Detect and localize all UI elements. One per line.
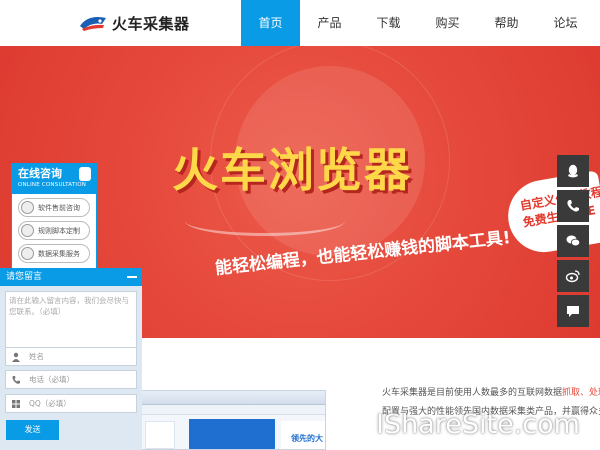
watermark: IShareSite.com: [376, 409, 580, 440]
nav-item-forum[interactable]: 论坛: [536, 0, 595, 46]
screenshot-titlebar: [141, 391, 325, 405]
phone-icon[interactable]: [557, 190, 589, 222]
screenshot-ad-text: 领先的大: [291, 434, 323, 443]
nav-item-help[interactable]: 帮助: [477, 0, 536, 46]
message-textarea[interactable]: 请在此输入留言内容，我们会尽快与您联系。（必填）: [5, 291, 137, 349]
side-toolbar: [557, 155, 589, 330]
name-field[interactable]: 姓名: [5, 347, 137, 366]
qq-field[interactable]: QQ（必填）: [5, 394, 137, 413]
wechat-icon[interactable]: [557, 225, 589, 257]
leave-message-panel: 请您留言 请在此输入留言内容，我们会尽快与您联系。（必填） 姓名 电话（必填） …: [0, 268, 142, 450]
grid-icon: [12, 399, 20, 408]
consult-presales-button[interactable]: 软件售前咨询: [18, 198, 90, 217]
nav-item-download[interactable]: 下载: [359, 0, 418, 46]
train-logo-icon: [78, 12, 108, 34]
chat-icon[interactable]: [557, 295, 589, 327]
logo-text: 火车采集器: [112, 14, 190, 33]
online-consult-box: 在线咨询 ONLINE CONSULTATION 软件售前咨询 规则脚本定制 数…: [11, 163, 97, 275]
screenshot-tree: [145, 421, 175, 449]
nav-item-products[interactable]: 产品: [300, 0, 359, 46]
software-screenshot: 领先的大: [140, 390, 326, 450]
qq-chat-icon: [21, 247, 34, 260]
consult-script-button[interactable]: 规则脚本定制: [18, 221, 90, 240]
consult-header: 在线咨询 ONLINE CONSULTATION: [12, 164, 96, 194]
minimize-icon[interactable]: [127, 272, 137, 282]
consult-subtitle: ONLINE CONSULTATION: [18, 182, 87, 188]
person-icon: [12, 352, 20, 362]
logo[interactable]: 火车采集器: [78, 10, 190, 36]
qq-chat-icon: [21, 224, 34, 237]
screenshot-toolbar: [141, 405, 325, 415]
qq-chat-icon: [21, 201, 34, 214]
consult-data-button[interactable]: 数据采集服务: [18, 244, 90, 263]
intro-line-1: 火车采集器是目前使用人数最多的互联网数据抓取、处理、分: [382, 388, 600, 398]
screenshot-ad: [189, 419, 275, 449]
main-nav: 首页 产品 下载 购买 帮助 论坛: [241, 0, 595, 46]
qq-icon[interactable]: [557, 155, 589, 187]
site-header: 火车采集器 首页 产品 下载 购买 帮助 论坛: [0, 0, 600, 46]
message-header: 请您留言: [0, 268, 142, 286]
nav-item-buy[interactable]: 购买: [418, 0, 477, 46]
nav-item-home[interactable]: 首页: [241, 0, 300, 46]
banner-title: 火车浏览器: [172, 143, 412, 197]
banner-underline: [185, 206, 345, 236]
phone-small-icon: [12, 375, 20, 384]
qq-penguin-icon: [79, 167, 91, 181]
phone-field[interactable]: 电话（必填）: [5, 370, 137, 389]
send-button[interactable]: 发送: [6, 420, 59, 440]
weibo-icon[interactable]: [557, 260, 589, 292]
